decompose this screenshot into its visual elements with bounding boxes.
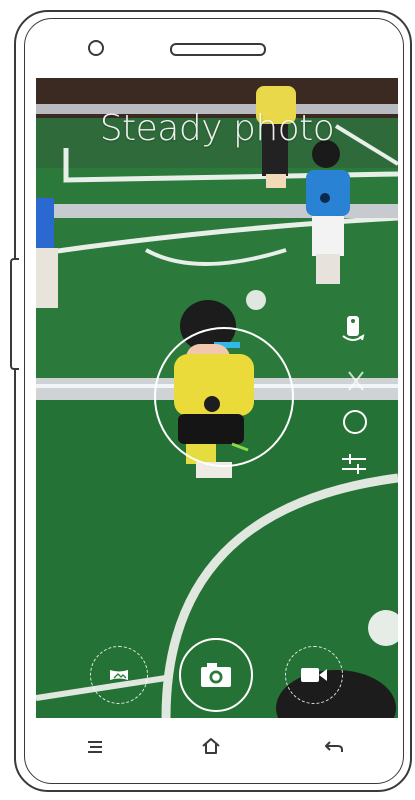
menu-icon[interactable]: [84, 736, 106, 758]
timer-circle-icon[interactable]: [341, 408, 369, 436]
earpiece-speaker-icon: [170, 43, 266, 56]
flash-off-icon[interactable]: [344, 368, 368, 394]
front-camera-icon: [88, 40, 104, 56]
panorama-button[interactable]: [90, 646, 148, 704]
panorama-icon: [110, 670, 128, 680]
video-camera-icon: [301, 668, 327, 682]
video-mode-button[interactable]: [285, 646, 343, 704]
camera-shutter-icon: [201, 663, 231, 687]
camera-mode-title: Steady photo: [99, 108, 335, 149]
home-icon[interactable]: [199, 734, 223, 758]
focus-ring[interactable]: [154, 327, 294, 467]
portrait-mode-icon[interactable]: [339, 314, 367, 346]
back-arrow-icon[interactable]: [322, 736, 346, 758]
camera-screen: Steady photo: [36, 78, 398, 718]
volume-side-button: [10, 258, 19, 370]
shutter-button[interactable]: [179, 638, 253, 712]
sliders-settings-icon[interactable]: [340, 450, 368, 478]
